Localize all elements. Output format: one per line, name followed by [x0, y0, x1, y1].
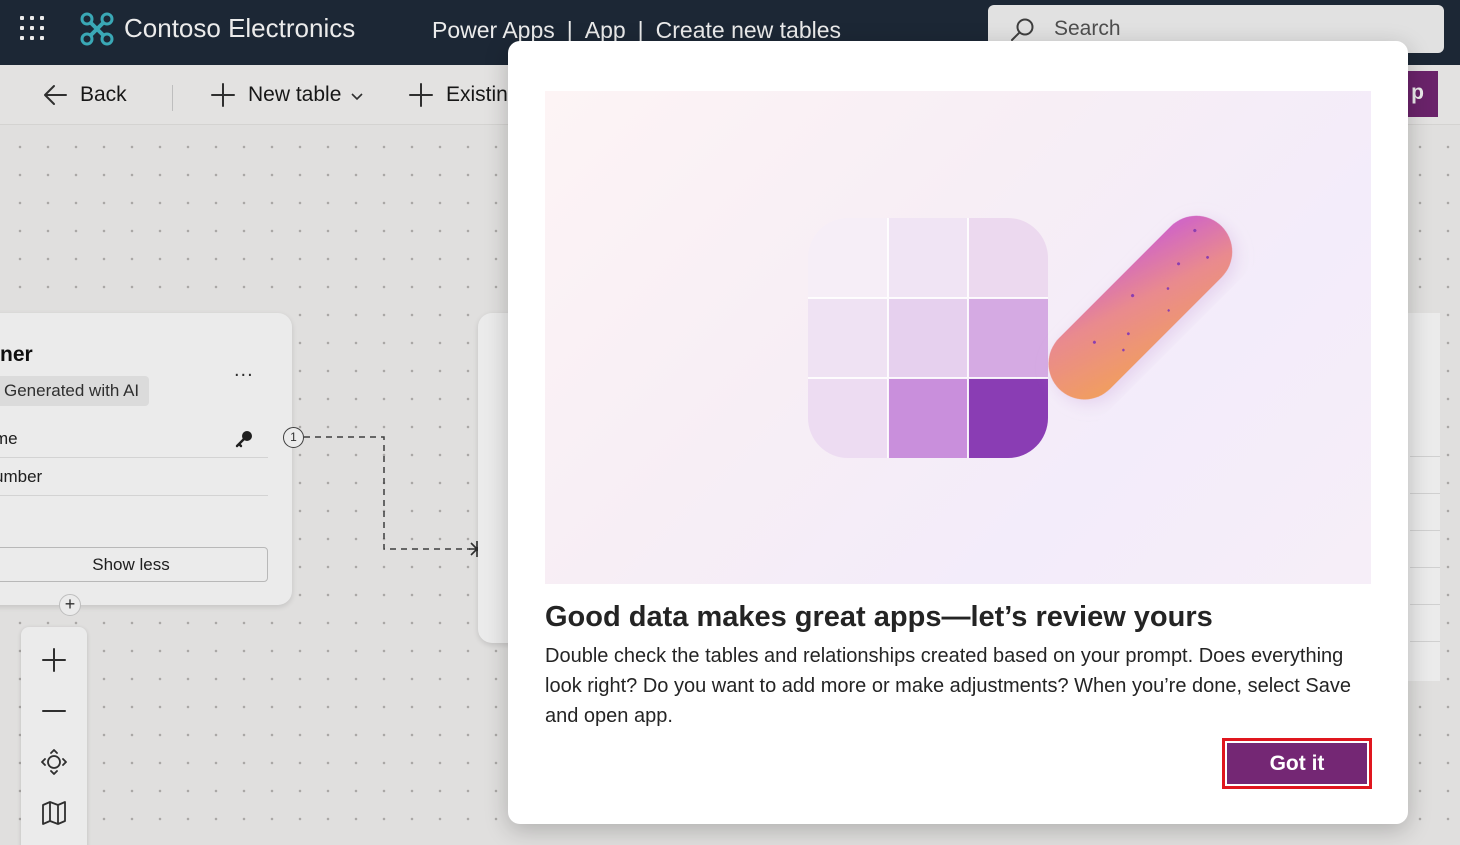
review-data-dialog: Good data makes great apps—let’s review … [508, 41, 1408, 824]
dialog-title: Good data makes great apps—let’s review … [545, 601, 1213, 633]
dialog-body: Double check the tables and relationship… [545, 645, 1351, 727]
got-it-label: Got it [1227, 743, 1367, 784]
table-pencil-illustration [808, 215, 1233, 458]
hero-illustration [545, 91, 1371, 584]
got-it-button[interactable]: Got it [1222, 738, 1372, 789]
